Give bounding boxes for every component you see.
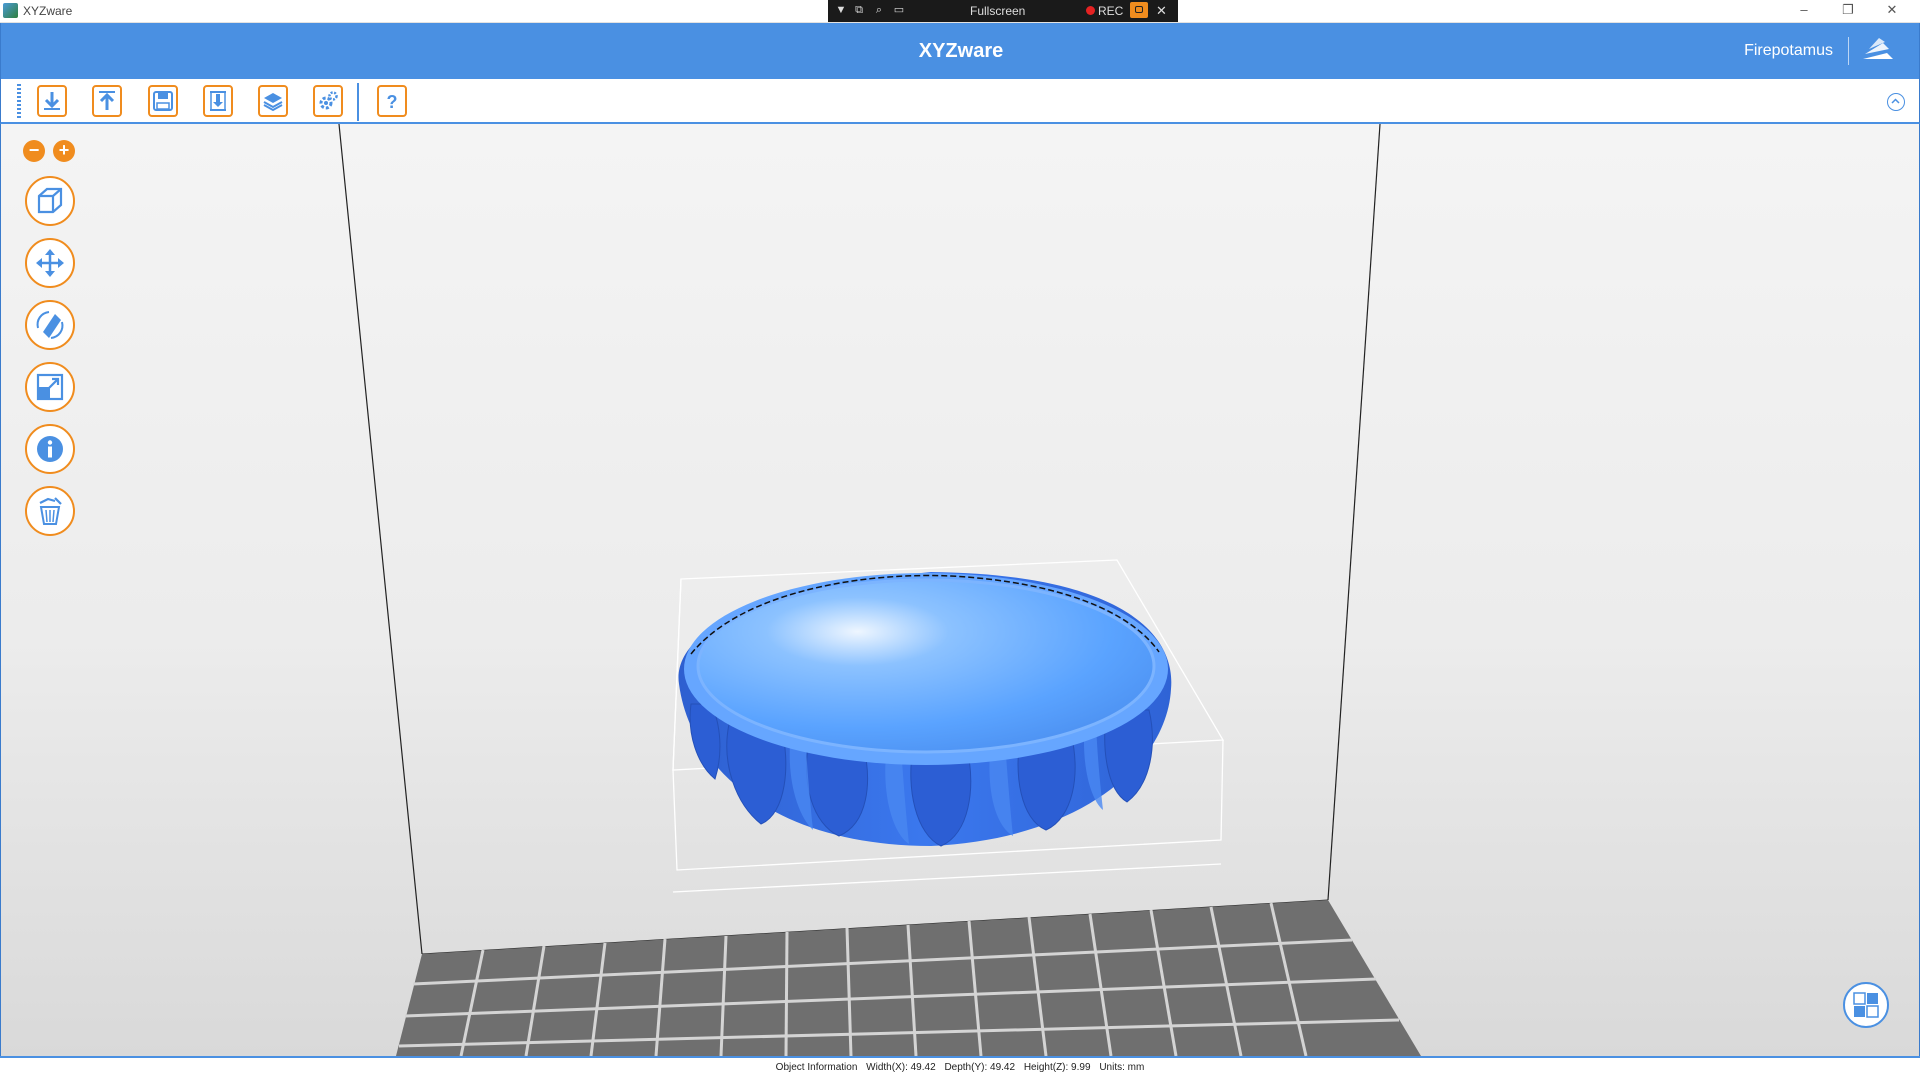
minimize-button[interactable]: – <box>1782 0 1826 22</box>
window-title: XYZware <box>23 4 73 18</box>
toolbar-grip[interactable] <box>17 84 21 120</box>
save-button[interactable] <box>148 85 178 117</box>
toolbar-divider <box>357 83 359 121</box>
object-info-statusbar: Object Information Width(X): 49.42 Depth… <box>0 1056 1920 1080</box>
view-picker-button[interactable] <box>1843 982 1889 1028</box>
delete-tool-button[interactable] <box>25 486 75 536</box>
close-button[interactable]: ✕ <box>1870 0 1914 22</box>
build-volume-left-edge <box>338 124 423 955</box>
rotate-tool-button[interactable] <box>25 300 75 350</box>
scale-tool-button[interactable] <box>25 362 75 412</box>
recorder-mode[interactable]: Fullscreen <box>970 4 1025 18</box>
move-arrows-icon <box>36 249 64 277</box>
xyz-logo-icon[interactable] <box>1859 37 1897 65</box>
record-button[interactable]: REC <box>1098 4 1123 18</box>
rotate-icon <box>36 311 64 339</box>
record-dot-icon <box>1086 6 1095 15</box>
object-depth: Depth(Y): 49.42 <box>944 1062 1016 1073</box>
zoom-in-button[interactable]: + <box>53 140 75 162</box>
view-tool-button[interactable] <box>25 176 75 226</box>
bounding-box-front <box>672 863 1222 893</box>
recorder-toolbar: ▼ ⧉ ⌕ ▭ Fullscreen REC ✕ <box>828 0 1178 22</box>
dropdown-icon[interactable]: ▼ <box>834 3 848 17</box>
camera-icon[interactable] <box>1130 2 1148 18</box>
info-tool-button[interactable] <box>25 424 75 474</box>
download-icon <box>44 92 60 110</box>
svg-text:?: ? <box>387 92 398 112</box>
scale-icon <box>36 373 64 401</box>
question-icon: ? <box>387 92 398 112</box>
cube-icon <box>37 187 63 214</box>
main-toolbar: ? <box>0 79 1920 124</box>
object-width: Width(X): 49.42 <box>866 1062 936 1073</box>
print-button[interactable] <box>203 85 233 117</box>
layers-button[interactable] <box>258 85 288 117</box>
object-info-label: Object Information <box>775 1062 858 1073</box>
camera-views-icon <box>1853 992 1879 1018</box>
move-tool-button[interactable] <box>25 238 75 288</box>
user-name[interactable]: Firepotamus <box>1744 42 1833 60</box>
info-icon <box>37 436 63 462</box>
object-units: Units: mm <box>1099 1062 1145 1073</box>
export-button[interactable] <box>92 85 122 117</box>
import-button[interactable] <box>37 85 67 117</box>
app-icon <box>3 3 18 18</box>
restore-button[interactable]: ❐ <box>1826 0 1870 22</box>
upload-icon <box>99 91 115 110</box>
printer-icon <box>210 91 226 111</box>
settings-button[interactable] <box>313 85 343 117</box>
app-header: XYZware Firepotamus <box>0 23 1920 79</box>
save-icon <box>153 91 173 111</box>
build-plate <box>396 900 1421 1056</box>
recorder-close-button[interactable]: ✕ <box>1156 3 1167 19</box>
zoom-out-button[interactable]: − <box>23 140 45 162</box>
magnifier-icon[interactable]: ⌕ <box>872 3 886 17</box>
object-height: Height(Z): 9.99 <box>1023 1062 1091 1073</box>
3d-viewport[interactable]: − + <box>0 124 1920 1056</box>
build-scene[interactable] <box>1 124 1919 1056</box>
app-title: XYZware <box>918 40 1004 62</box>
gear-icon <box>319 91 338 110</box>
cap-model[interactable] <box>678 572 1172 847</box>
trash-icon <box>39 497 62 525</box>
header-divider <box>1848 37 1849 65</box>
help-button[interactable]: ? <box>377 85 407 117</box>
window-icon[interactable]: ⧉ <box>852 3 866 17</box>
region-icon[interactable]: ▭ <box>892 3 906 17</box>
layers-icon <box>263 93 283 112</box>
collapse-toolbar-icon[interactable] <box>1887 93 1905 111</box>
build-volume-right-edge <box>1327 124 1381 901</box>
